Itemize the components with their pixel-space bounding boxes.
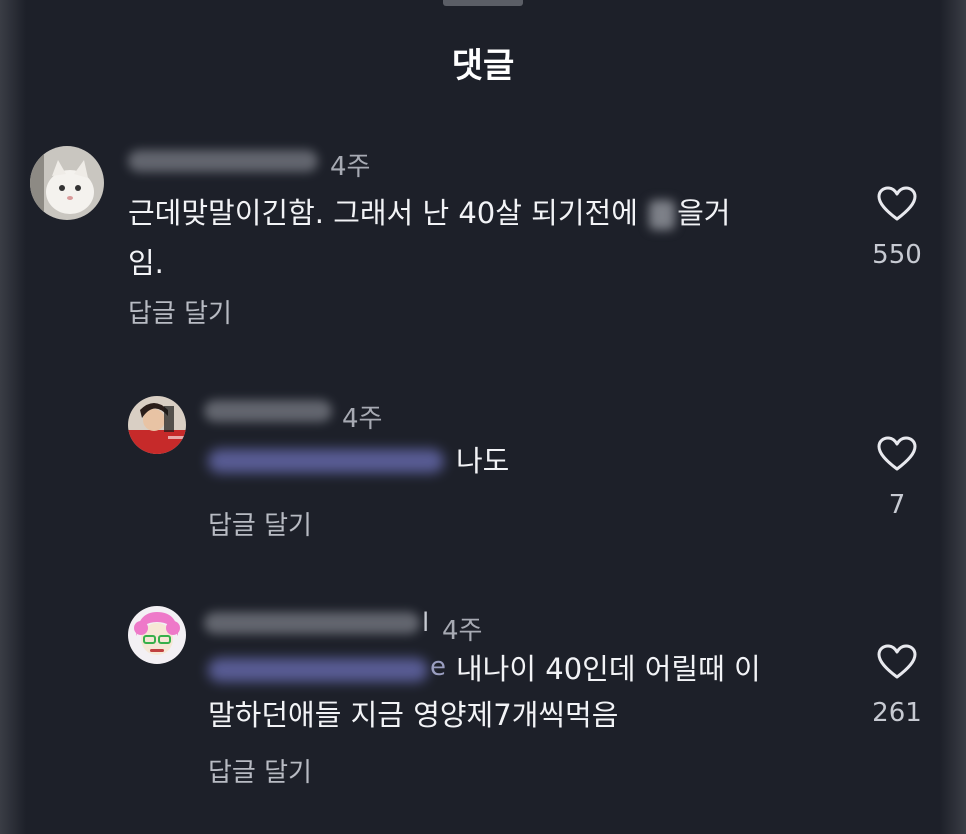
mention-redacted[interactable] [208, 658, 428, 682]
heart-icon [877, 436, 917, 471]
like-count: 261 [872, 698, 922, 728]
username-redacted[interactable] [204, 612, 420, 634]
comment-text-part: 을거 [677, 196, 731, 230]
like-button[interactable]: 261 [857, 644, 937, 728]
comment-time: 4주 [342, 404, 383, 434]
sheet-title: 댓글 [451, 46, 515, 86]
comment-text-part: 임. [128, 246, 164, 280]
like-count: 7 [888, 490, 906, 520]
reply-button[interactable]: 답글 달기 [128, 293, 232, 330]
like-button[interactable]: 7 [857, 436, 937, 520]
username-tail: l [422, 608, 430, 638]
comments-sheet: 댓글 4주 근데맞말이긴함. 그래서 난 40살 되기전에 을거 임. 답글 달… [0, 0, 966, 834]
avatar[interactable] [30, 146, 104, 220]
avatar[interactable] [128, 606, 186, 664]
avatar[interactable] [128, 396, 186, 454]
like-button[interactable]: 550 [857, 186, 937, 270]
comment-time: 4주 [330, 152, 371, 182]
right-edge-shadow [940, 0, 966, 834]
comment-time: 4주 [442, 616, 483, 646]
left-edge-shadow [0, 0, 26, 834]
comment-text: 내나이 40인데 어릴때 이 [456, 652, 761, 686]
comment-text: 나도 [456, 444, 510, 478]
censor-blur [649, 200, 676, 230]
mention-redacted[interactable] [208, 449, 444, 473]
comment-text: 말하던애들 지금 영양제7개씩먹음 [208, 698, 619, 732]
reply-button[interactable]: 답글 달기 [208, 752, 312, 789]
heart-icon [877, 186, 917, 221]
comment-text: 근데맞말이긴함. 그래서 난 40살 되기전에 을거 임. [128, 188, 730, 288]
username-redacted[interactable] [128, 150, 318, 172]
reply-button[interactable]: 답글 달기 [208, 505, 312, 542]
comment-text-part: 근데맞말이긴함. 그래서 난 40살 되기전에 [128, 196, 648, 230]
heart-icon [877, 644, 917, 679]
like-count: 550 [872, 240, 922, 270]
sheet-drag-handle[interactable] [443, 0, 523, 6]
mention-tail: e [430, 652, 446, 682]
username-redacted[interactable] [204, 400, 332, 422]
